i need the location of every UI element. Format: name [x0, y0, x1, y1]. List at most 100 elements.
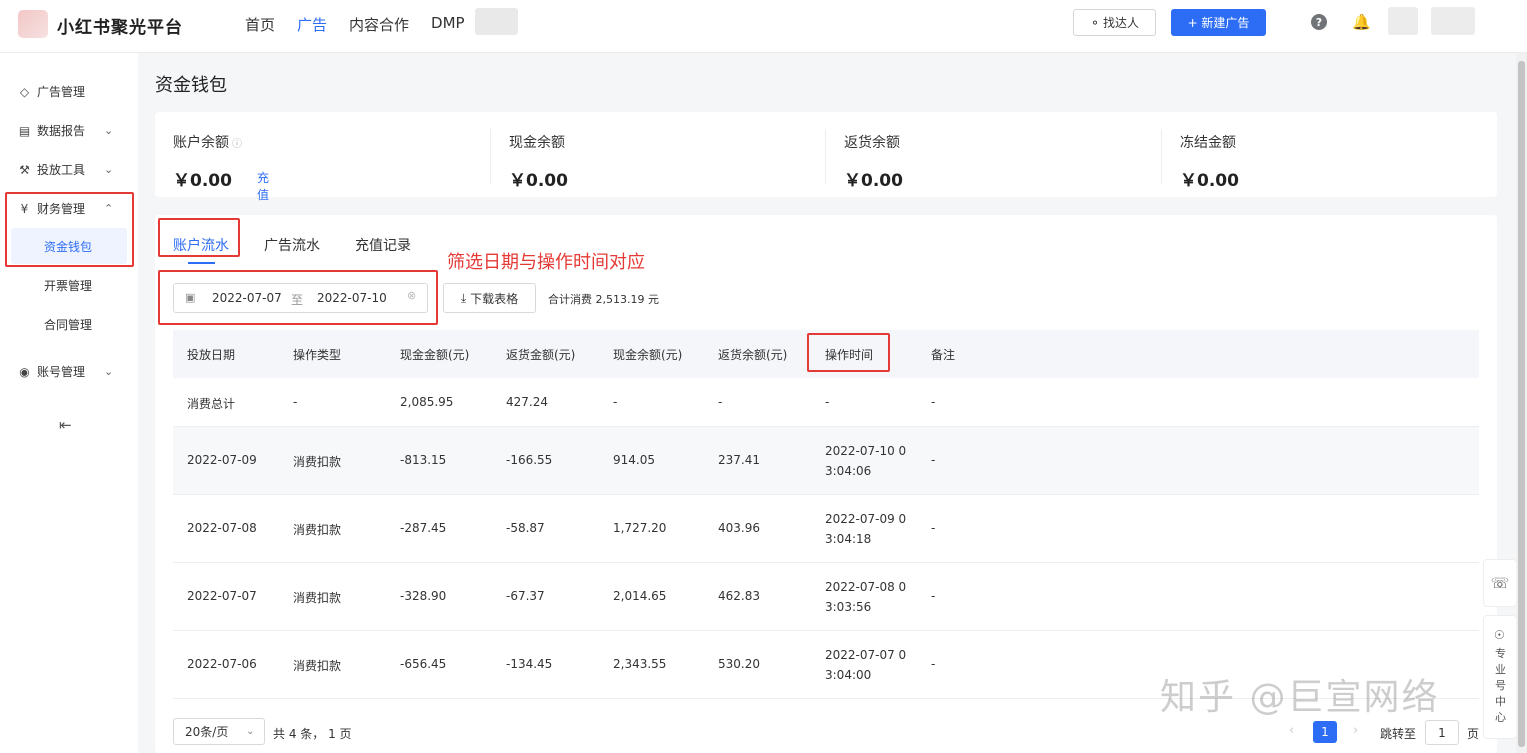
download-icon: ⤓ — [460, 290, 467, 305]
cell-date: 2022-07-06 — [187, 657, 257, 671]
summary-label: 冻结金额 — [1180, 135, 1236, 151]
calendar-icon: ▣ — [185, 291, 196, 304]
download-table-button[interactable]: ⤓ 下载表格 — [443, 283, 536, 313]
column-header: 操作时间 — [825, 348, 874, 362]
cell-op-time: 2022-07-07 03:04:00 — [825, 648, 907, 682]
wrench-icon: ⚒ — [19, 162, 30, 177]
scrollbar-thumb[interactable] — [1518, 61, 1525, 747]
end-date[interactable]: 2022-07-10 — [317, 291, 387, 305]
pro-account-center-button[interactable]: ☉ 专业号中心 — [1483, 615, 1517, 739]
nav-blurred-item[interactable] — [475, 8, 518, 35]
column-header: 现金金额(元) — [400, 348, 470, 362]
chevron-down-icon: ⌄ — [104, 365, 114, 378]
tag-icon: ◇ — [19, 84, 30, 99]
cell-remark: - — [931, 657, 936, 671]
shield-icon: ◉ — [19, 364, 30, 379]
divider — [490, 129, 491, 184]
clear-icon[interactable]: ⊗ — [407, 289, 416, 302]
page-size-select[interactable]: 20条/页 ⌄ — [173, 718, 265, 745]
range-separator: 至 — [291, 293, 304, 307]
cell-date: 2022-07-07 — [187, 589, 257, 603]
sidebar-item-finance[interactable]: ¥ 财务管理 ⌃ — [18, 200, 128, 217]
date-range-picker[interactable]: ▣ 2022-07-07 至 2022-07-10 ⊗ — [173, 283, 428, 313]
tab-ad-flow[interactable]: 广告流水 — [264, 235, 320, 255]
help-icon[interactable]: ? — [1311, 14, 1327, 30]
cell-type: 消费扣款 — [293, 591, 342, 605]
cell-date: 2022-07-09 — [187, 453, 257, 467]
sidebar-item-wallet[interactable]: 资金钱包 — [11, 228, 127, 264]
nav-ads[interactable]: 广告 — [297, 14, 327, 35]
avatar[interactable] — [1388, 7, 1418, 35]
pro-center-label: 专业号中心 — [1495, 647, 1506, 724]
recharge-link[interactable]: 充值 — [257, 169, 269, 203]
cell-cash-balance: - — [613, 395, 618, 409]
user-name-blurred[interactable] — [1431, 7, 1475, 35]
summary-value: ￥0.00 — [509, 171, 568, 191]
sidebar-item-label: 投放工具 — [37, 163, 86, 177]
find-talent-button[interactable]: ⚬ 找达人 — [1073, 9, 1156, 36]
total-consume: 合计消费 2,513.19 元 — [548, 293, 659, 306]
sidebar-item-tools[interactable]: ⚒ 投放工具 ⌄ — [18, 161, 128, 178]
chevron-down-icon: ⌄ — [104, 163, 114, 176]
sidebar: ◇ 广告管理 ▤ 数据报告 ⌄ ⚒ 投放工具 ⌄ ¥ 财务管理 ⌃ 资金钱包 开… — [0, 53, 138, 753]
cell-cash-balance: 914.05 — [613, 453, 655, 467]
new-ad-button[interactable]: + 新建广告 — [1171, 9, 1266, 36]
sidebar-item-label: 财务管理 — [37, 202, 86, 216]
sidebar-item-contract[interactable]: 合同管理 — [0, 306, 126, 342]
start-date[interactable]: 2022-07-07 — [212, 291, 282, 305]
sidebar-item-data-report[interactable]: ▤ 数据报告 ⌄ — [18, 122, 128, 139]
info-icon[interactable]: ⓘ — [232, 139, 242, 150]
collapse-sidebar-icon[interactable]: ⇤ — [59, 416, 72, 434]
sidebar-item-label: 广告管理 — [37, 85, 86, 99]
top-nav: 首页 广告 内容合作 DMP — [245, 14, 465, 35]
cell-cash-balance: 2,014.65 — [613, 589, 667, 603]
tab-account-flow[interactable]: 账户流水 — [173, 235, 229, 255]
cell-return-balance: 462.83 — [718, 589, 760, 603]
cell-remark: - — [931, 453, 936, 467]
nav-dmp[interactable]: DMP — [431, 14, 465, 35]
tab-recharge-records[interactable]: 充值记录 — [355, 235, 411, 255]
column-header: 操作类型 — [293, 348, 342, 362]
bell-icon[interactable]: 🔔 — [1352, 13, 1371, 31]
cell-return-balance: 237.41 — [718, 453, 760, 467]
cell-return-amount: -166.55 — [506, 453, 553, 467]
jump-page-input[interactable]: 1 — [1425, 720, 1459, 745]
cell-type: 消费扣款 — [293, 523, 342, 537]
nav-home[interactable]: 首页 — [245, 14, 275, 35]
document-icon: ▤ — [18, 123, 31, 138]
cell-op-time: 2022-07-08 03:03:56 — [825, 580, 907, 614]
nav-content-collab[interactable]: 内容合作 — [349, 14, 409, 35]
summary-value: ￥0.00 — [173, 171, 232, 191]
cell-type: - — [293, 395, 298, 409]
page-size-value: 20条/页 — [185, 725, 229, 739]
cell-remark: - — [931, 521, 936, 535]
customer-service-icon[interactable]: ☏ — [1483, 559, 1517, 607]
current-page-button[interactable]: 1 — [1313, 721, 1337, 743]
cell-cash-amount: -656.45 — [400, 657, 447, 671]
sidebar-item-label: 数据报告 — [37, 124, 86, 138]
column-header: 备注 — [931, 348, 956, 362]
cell-return-amount: -58.87 — [506, 521, 545, 535]
table-row: 2022-07-07 消费扣款 -328.90 -67.37 2,014.65 … — [173, 563, 1479, 631]
tab-underline — [188, 262, 215, 264]
sidebar-item-invoice[interactable]: 开票管理 — [0, 267, 126, 303]
summary-value: ￥0.00 — [1180, 171, 1239, 191]
page-scrollbar[interactable] — [1516, 53, 1527, 753]
app-title: 小红书聚光平台 — [57, 18, 183, 38]
flow-tabs: 账户流水 广告流水 充值记录 — [173, 235, 411, 255]
pro-center-icon: ☉ — [1494, 628, 1505, 642]
page-count: 共 4 条， 1 页 — [273, 727, 352, 741]
table-row: 消费总计 - 2,085.95 427.24 - - - - — [173, 378, 1479, 427]
cell-cash-balance: 1,727.20 — [613, 521, 667, 535]
top-bar: 小红书聚光平台 首页 广告 内容合作 DMP ⚬ 找达人 + 新建广告 ? 🔔 — [0, 0, 1527, 53]
next-page-icon[interactable]: › — [1353, 723, 1358, 738]
table-row: 2022-07-08 消费扣款 -287.45 -58.87 1,727.20 … — [173, 495, 1479, 563]
cell-return-balance: - — [718, 395, 723, 409]
sidebar-item-ad-manage[interactable]: ◇ 广告管理 — [18, 83, 85, 100]
prev-page-icon[interactable]: ‹ — [1289, 723, 1294, 738]
yen-icon: ¥ — [20, 201, 29, 216]
cell-type: 消费扣款 — [293, 455, 342, 469]
sidebar-item-account[interactable]: ◉ 账号管理 ⌄ — [18, 363, 128, 380]
column-header: 现金余额(元) — [613, 348, 683, 362]
cell-return-balance: 530.20 — [718, 657, 760, 671]
